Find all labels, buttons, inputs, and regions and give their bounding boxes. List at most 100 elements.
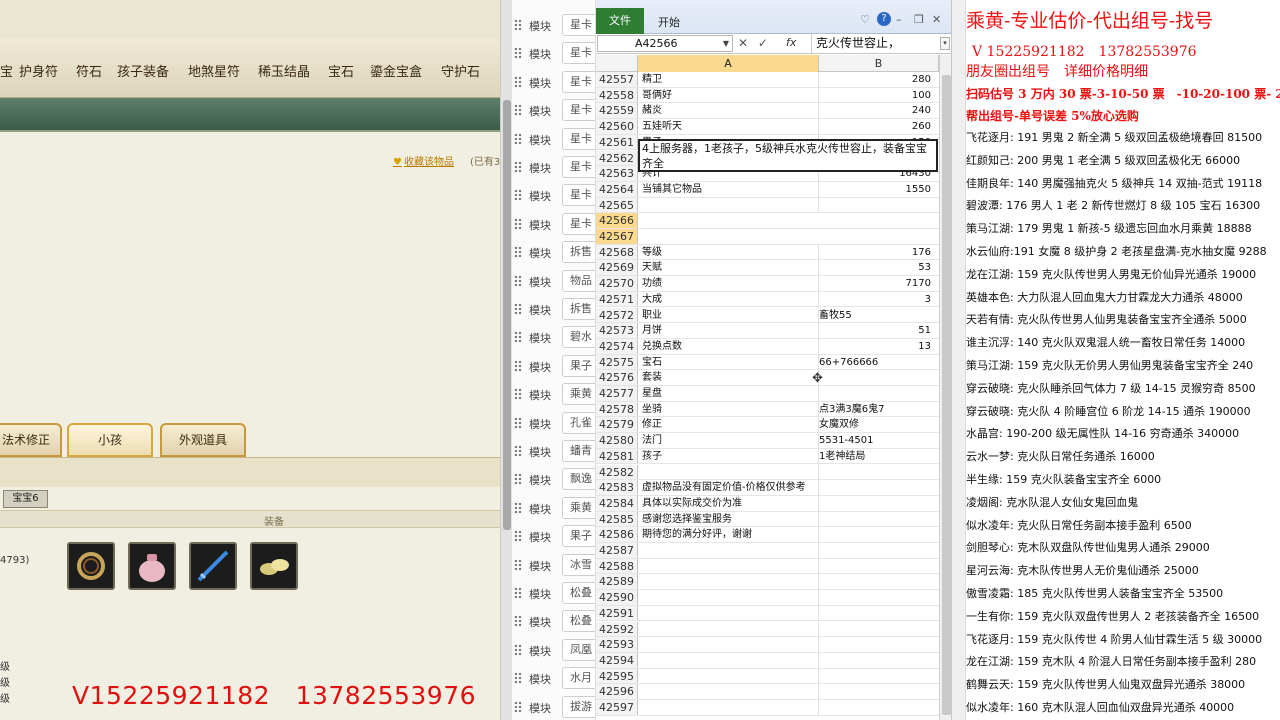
cell-b[interactable]: 53	[819, 260, 935, 275]
game-scroll-thumb[interactable]	[503, 100, 511, 530]
module-value[interactable]: 乘黄	[562, 496, 595, 519]
ribbon-collapse-icon[interactable]: ♡	[860, 13, 870, 26]
cell-b[interactable]: 280	[819, 72, 935, 87]
cell-a[interactable]: 精卫	[642, 72, 816, 87]
drag-handle-icon[interactable]	[514, 217, 523, 230]
pet-tab[interactable]: 宝宝6	[3, 490, 48, 508]
drag-handle-icon[interactable]	[514, 274, 523, 287]
formula-cancel-confirm[interactable]: ✕ ✓	[738, 36, 771, 50]
cell-b[interactable]: 女魔双修	[819, 417, 935, 432]
home-tab[interactable]: 开始	[658, 14, 680, 30]
module-row[interactable]: 模块 星卡	[512, 68, 595, 96]
cell-b[interactable]: 3	[819, 292, 935, 307]
cell-a[interactable]: 孩子	[642, 449, 816, 464]
drag-handle-icon[interactable]	[514, 359, 523, 372]
row-header[interactable]: 42582	[596, 464, 638, 480]
drag-handle-icon[interactable]	[514, 558, 523, 571]
cell-a[interactable]: 期待您的满分好评，谢谢	[642, 527, 816, 542]
row-header[interactable]: 42588	[596, 558, 638, 574]
module-row[interactable]: 模块 星卡	[512, 153, 595, 181]
row-header[interactable]: 42568	[596, 244, 638, 260]
nav-item-star-rune[interactable]: 地煞星符	[188, 61, 240, 80]
cell-a[interactable]: 当铺其它物品	[642, 182, 816, 197]
module-value[interactable]: 松叠	[562, 582, 595, 604]
cell-b[interactable]: 100	[819, 88, 935, 103]
module-value[interactable]: 拔游	[562, 695, 595, 718]
drag-handle-icon[interactable]	[514, 643, 523, 656]
module-value[interactable]: 拆售	[562, 298, 595, 320]
drag-handle-icon[interactable]	[514, 47, 523, 60]
drag-handle-icon[interactable]	[514, 189, 523, 202]
row-header[interactable]: 42589	[596, 574, 638, 590]
module-value[interactable]: 冰雪	[562, 553, 595, 576]
cell-a[interactable]: 哥俩好	[642, 88, 816, 103]
cell-b[interactable]: 240	[819, 103, 935, 118]
cell-a[interactable]: 坐骑	[642, 402, 816, 417]
drag-handle-icon[interactable]	[514, 672, 523, 685]
equip-slot-pouch[interactable]	[128, 542, 176, 590]
cell-a[interactable]: 功绩	[642, 276, 816, 291]
module-row[interactable]: 模块 物品	[512, 267, 595, 295]
cell-b[interactable]: 176	[819, 245, 935, 260]
row-header[interactable]: 42587	[596, 543, 638, 558]
module-row[interactable]: 模块 蟠青	[512, 437, 595, 465]
restore-icon[interactable]: ❐	[914, 13, 924, 26]
drag-handle-icon[interactable]	[514, 104, 523, 117]
row-header[interactable]: 42579	[596, 417, 638, 433]
module-value[interactable]: 星卡	[562, 212, 595, 235]
game-scrollbar[interactable]	[500, 0, 512, 720]
drag-handle-icon[interactable]	[514, 388, 523, 401]
file-tab[interactable]: 文件	[596, 8, 644, 34]
module-value[interactable]: 星卡	[562, 70, 595, 93]
row-header[interactable]: 42578	[596, 401, 638, 417]
drag-handle-icon[interactable]	[514, 19, 523, 31]
formula-input[interactable]: 克火传世容止，	[811, 34, 939, 53]
cell-b[interactable]: 13	[819, 339, 935, 354]
close-icon[interactable]: ✕	[932, 13, 941, 26]
module-value[interactable]: 星卡	[562, 127, 595, 150]
cell-a[interactable]: 职业	[642, 308, 816, 323]
module-row[interactable]: 模块 果子	[512, 352, 595, 380]
module-row[interactable]: 模块 星卡	[512, 11, 595, 39]
row-header[interactable]: 42559	[596, 103, 638, 119]
cell-a[interactable]: 兑换点数	[642, 339, 816, 354]
row-header[interactable]: 42561	[596, 134, 638, 150]
row-header[interactable]: 42558	[596, 87, 638, 103]
drag-handle-icon[interactable]	[514, 615, 523, 628]
module-row[interactable]: 模块 星卡	[512, 39, 595, 67]
module-value[interactable]: 碧水	[562, 326, 595, 349]
chevron-down-icon[interactable]: ▼	[723, 36, 729, 51]
cell-b[interactable]: 260	[819, 119, 935, 134]
row-header[interactable]: 42576	[596, 370, 638, 385]
module-value[interactable]: 星卡	[562, 14, 595, 36]
drag-handle-icon[interactable]	[514, 501, 523, 514]
module-row[interactable]: 模块 乘黄	[512, 494, 595, 522]
cell-a[interactable]: 宝石	[642, 355, 816, 370]
drag-handle-icon[interactable]	[514, 473, 523, 486]
row-header[interactable]: 42585	[596, 511, 638, 527]
drag-handle-icon[interactable]	[514, 75, 523, 88]
row-header[interactable]: 42569	[596, 260, 638, 276]
row-header[interactable]: 42591	[596, 605, 638, 621]
module-row[interactable]: 模块 拔游	[512, 693, 595, 720]
module-row[interactable]: 模块 松叠	[512, 579, 595, 607]
module-value[interactable]: 物品	[562, 269, 595, 292]
row-header[interactable]: 42596	[596, 684, 638, 699]
row-header[interactable]: 42564	[596, 181, 638, 197]
cell-a[interactable]: 虚拟物品没有固定价值-价格仅供参考	[642, 480, 816, 495]
row-header[interactable]: 42592	[596, 621, 638, 637]
tab-spell-correction[interactable]: 法术修正	[0, 423, 62, 457]
cell-b[interactable]: 66+766666	[819, 355, 935, 370]
cell-a[interactable]: 具体以实际成交价为准	[642, 496, 816, 511]
module-row[interactable]: 模块 星卡	[512, 125, 595, 153]
module-row[interactable]: 模块 冰雪	[512, 551, 595, 579]
sheet-scroll-thumb[interactable]	[942, 75, 951, 715]
row-header[interactable]: 42562	[596, 150, 638, 166]
cell-a[interactable]: 感谢您选择鉴宝服务	[642, 512, 816, 527]
name-box[interactable]: A42566 ▼	[597, 35, 733, 52]
nav-item-amulet[interactable]: 护身符	[19, 61, 58, 80]
drag-handle-icon[interactable]	[514, 700, 523, 713]
cell-a[interactable]: 套装	[642, 370, 816, 385]
module-row[interactable]: 模块 凤凰	[512, 636, 595, 664]
row-header[interactable]: 42583	[596, 480, 638, 495]
